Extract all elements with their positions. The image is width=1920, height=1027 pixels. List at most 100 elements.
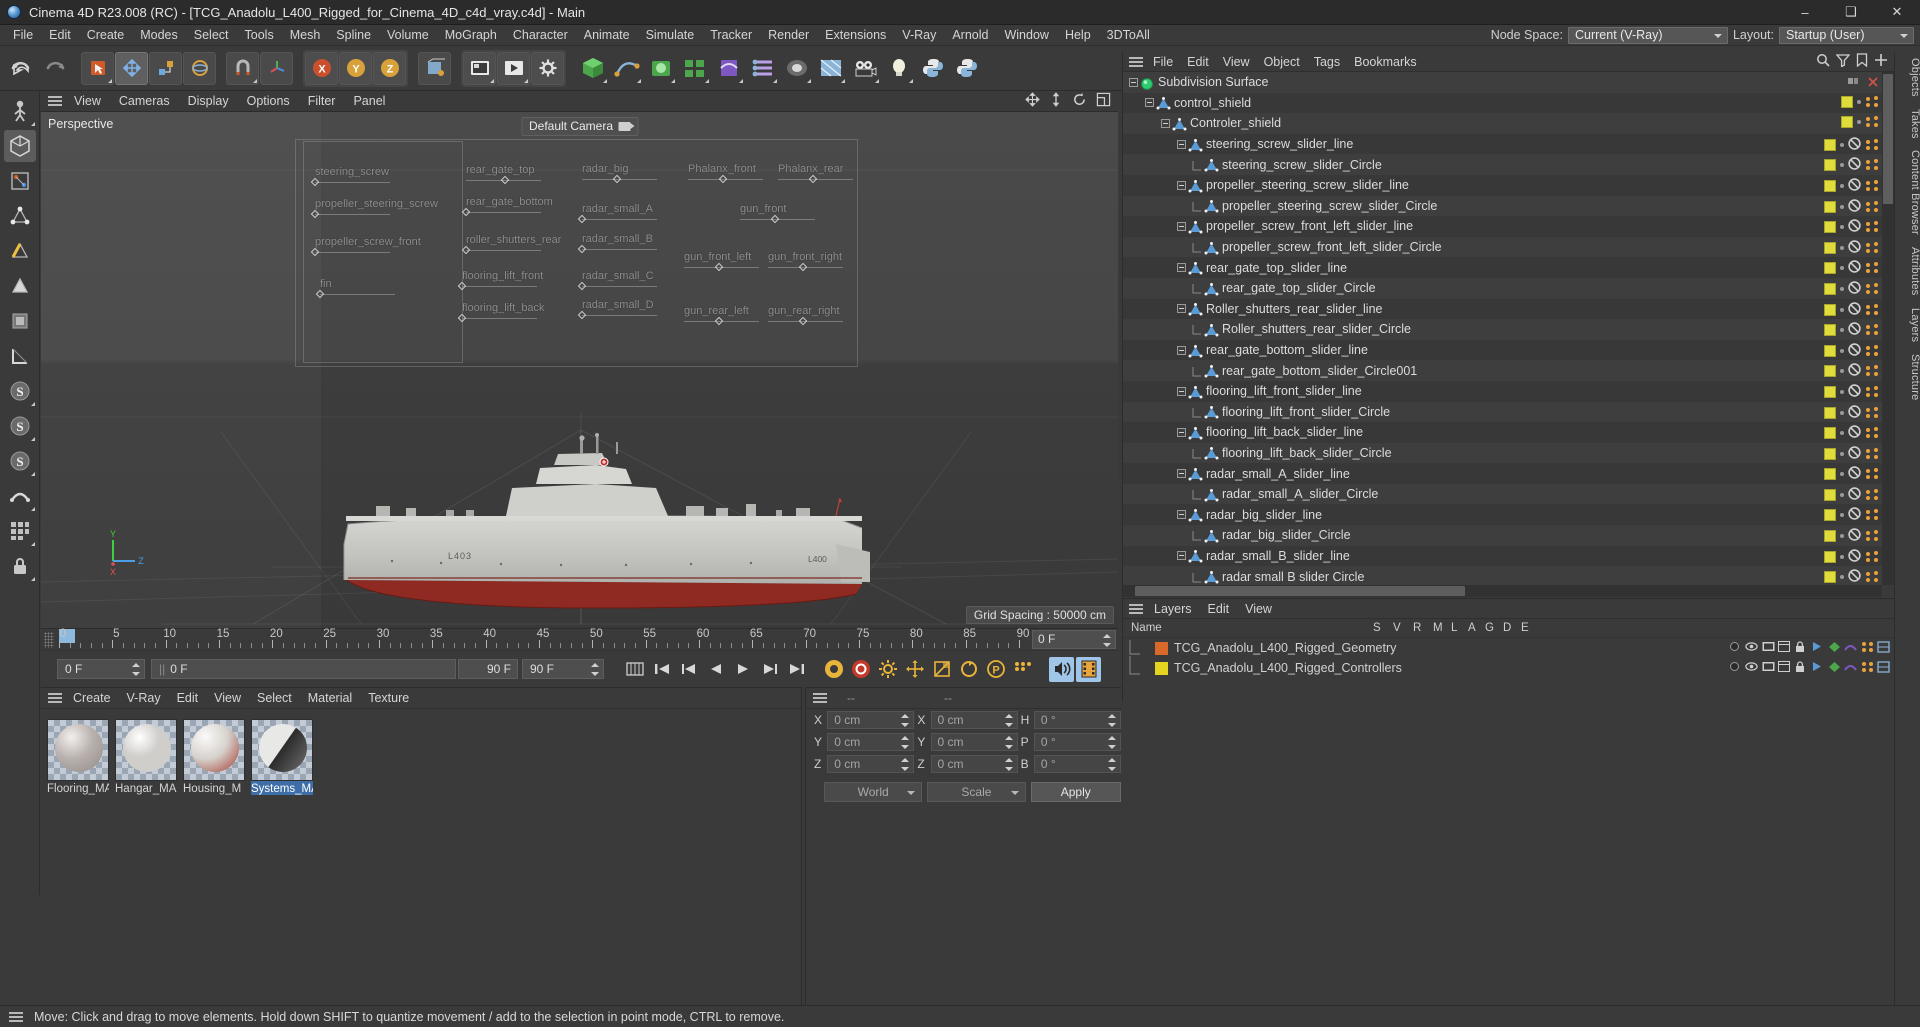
controller-slider-track[interactable]	[466, 250, 541, 251]
deformer-button[interactable]	[712, 52, 745, 85]
xpresso-tag-icon[interactable]	[1865, 282, 1878, 295]
layer-column-header[interactable]: S	[1373, 622, 1381, 634]
keyframe-settings-button[interactable]	[875, 657, 900, 682]
right-tab-objects[interactable]: Objects	[1895, 52, 1920, 103]
material-name[interactable]: Housing_M	[183, 781, 245, 795]
right-tab-layers[interactable]: Layers	[1895, 302, 1920, 348]
object-row[interactable]: radar_small_B_slider_line	[1123, 545, 1882, 567]
param-key-button[interactable]: P	[983, 657, 1008, 682]
expand-collapse-icon[interactable]	[1177, 345, 1186, 355]
apply-button[interactable]: Apply	[1030, 782, 1121, 802]
menu-item-filter[interactable]: Filter	[299, 92, 345, 110]
layer-tag-icon[interactable]	[1841, 95, 1853, 108]
layer-lock-toggle[interactable]	[1795, 661, 1808, 674]
object-tree-hscrollbar[interactable]	[1123, 585, 1882, 597]
no-entry-tag-icon[interactable]	[1848, 260, 1861, 276]
object-dot-icon[interactable]	[1840, 266, 1844, 271]
controller-slider-track[interactable]	[320, 294, 395, 295]
controller-slider-track[interactable]	[582, 219, 657, 220]
xpresso-tag-icon[interactable]	[1865, 365, 1878, 377]
environment-button[interactable]	[814, 52, 847, 85]
controller-slider-track[interactable]	[315, 182, 390, 183]
play-button[interactable]	[730, 657, 755, 682]
maximize-button[interactable]: ❑	[1828, 0, 1874, 25]
object-dot-icon[interactable]	[1840, 431, 1844, 436]
expand-collapse-icon[interactable]	[1177, 304, 1186, 314]
layer-generator-toggle[interactable]	[1828, 661, 1841, 674]
layer-deformer-toggle[interactable]	[1844, 641, 1857, 654]
no-entry-tag-icon[interactable]	[1848, 569, 1861, 585]
object-row[interactable]: Roller_shutters_rear_slider_line	[1123, 298, 1882, 320]
cube-primitive-button[interactable]	[576, 52, 609, 85]
controller-slider-track[interactable]	[582, 286, 657, 287]
layout-select[interactable]: Startup (User)	[1779, 26, 1914, 44]
expand-collapse-icon[interactable]	[1161, 118, 1170, 128]
character-tool-icon[interactable]	[4, 95, 36, 127]
layer-manager-toggle[interactable]	[1778, 661, 1791, 674]
menu-item-tools[interactable]: Tools	[237, 26, 282, 44]
rotation-b-spinner-icon[interactable]	[1107, 758, 1117, 771]
layer-animation-toggle[interactable]	[1811, 641, 1824, 654]
workplane-icon[interactable]	[4, 340, 36, 372]
menu-item-edit[interactable]: Edit	[1180, 54, 1216, 70]
object-search-icon[interactable]	[1816, 53, 1830, 70]
layer-tag-icon[interactable]	[1824, 282, 1836, 295]
object-dot-icon[interactable]	[1857, 99, 1861, 104]
snap-button[interactable]	[226, 51, 259, 85]
scale-key-button[interactable]	[929, 657, 954, 682]
menu-item-window[interactable]: Window	[996, 26, 1056, 44]
expand-collapse-icon[interactable]	[1177, 469, 1186, 479]
no-entry-tag-icon[interactable]	[1848, 240, 1861, 256]
coordinate-system-select[interactable]: World	[824, 782, 923, 802]
layer-tag-icon[interactable]	[1841, 116, 1853, 129]
object-dot-icon[interactable]	[1840, 204, 1844, 209]
no-entry-tag-icon[interactable]	[1848, 219, 1861, 235]
xpresso-tag-icon[interactable]	[1865, 303, 1878, 316]
layer-tag-icon[interactable]	[1824, 221, 1836, 234]
object-row[interactable]: Subdivision Surface	[1123, 72, 1882, 93]
timeline-frame-spinner-icon[interactable]	[1103, 634, 1112, 647]
right-tab-content-browser[interactable]: Content Browser	[1895, 144, 1920, 241]
object-dot-icon[interactable]	[1840, 554, 1844, 559]
anim-preview-to-spinner-icon[interactable]	[591, 663, 600, 676]
no-entry-tag-icon[interactable]	[1848, 343, 1861, 359]
position-z-spinner-icon[interactable]	[901, 758, 910, 771]
menu-item-simulate[interactable]: Simulate	[638, 26, 703, 44]
no-entry-tag-icon[interactable]	[1848, 445, 1861, 462]
close-icon[interactable]	[1868, 76, 1878, 90]
edges-mode-icon[interactable]	[4, 235, 36, 267]
no-entry-tag-icon[interactable]	[1848, 178, 1861, 194]
object-dot-icon[interactable]	[1840, 492, 1844, 497]
material-name[interactable]: Hangar_MA	[115, 781, 177, 795]
layer-tag-icon[interactable]	[1824, 365, 1836, 378]
xpresso-tag-icon[interactable]	[1865, 447, 1878, 460]
anim-end-frame-display[interactable]: 90 F	[458, 659, 518, 679]
quantize-s-icon[interactable]: S	[4, 445, 36, 477]
object-row[interactable]: steering_screw_slider_line	[1123, 133, 1882, 155]
layer-column-header[interactable]: M	[1433, 622, 1443, 634]
object-dot-icon[interactable]	[1840, 183, 1844, 188]
object-row[interactable]: propeller_screw_front_left_slider_Circle	[1123, 236, 1882, 258]
layer-column-header[interactable]: Name	[1131, 622, 1162, 634]
python-button[interactable]	[916, 52, 949, 85]
no-entry-tag-icon[interactable]	[1848, 425, 1861, 441]
object-dot-icon[interactable]	[1840, 245, 1844, 250]
xpresso-tag-icon[interactable]	[1865, 571, 1878, 583]
step-forward-button[interactable]	[757, 657, 782, 682]
object-dot-icon[interactable]	[1840, 472, 1844, 477]
xpresso-tag-icon[interactable]	[1865, 159, 1878, 171]
object-row[interactable]: propeller_steering_screw_slider_line	[1123, 174, 1882, 196]
viewport-move-icon[interactable]	[1025, 92, 1040, 110]
position-y-spinner-icon[interactable]	[901, 736, 910, 749]
panel-divider[interactable]	[801, 687, 802, 1005]
object-dot-icon[interactable]	[1857, 120, 1861, 125]
object-row[interactable]: flooring_lift_front_slider_Circle	[1123, 401, 1882, 423]
object-dot-icon[interactable]	[1840, 328, 1844, 333]
mograph-button[interactable]	[746, 52, 779, 85]
right-tab-takes[interactable]: Takes	[1895, 103, 1920, 145]
no-entry-tag-icon[interactable]	[1848, 404, 1861, 421]
menu-item-object[interactable]: Object	[1257, 54, 1307, 70]
deformer-toggle-icon[interactable]	[4, 480, 36, 512]
viewport-menu-hamburger-icon[interactable]	[45, 94, 65, 108]
layer-row[interactable]: TCG_Anadolu_L400_Rigged_Geometry	[1123, 638, 1894, 658]
